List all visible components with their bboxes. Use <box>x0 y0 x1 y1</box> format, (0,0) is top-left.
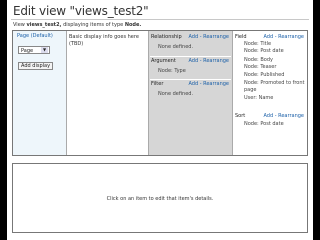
display-type-select[interactable]: Page ▼ <box>18 46 50 54</box>
filter-heading: Filter <box>151 81 164 87</box>
chevron-down-icon[interactable]: ▼ <box>41 47 48 53</box>
argument-section-header: Argument Add - Rearrange <box>151 58 229 65</box>
subtitle-prefix: View <box>13 22 25 28</box>
section-divider <box>150 79 231 80</box>
field-item-continued[interactable]: page <box>244 87 257 93</box>
details-hint: Click on an item to edit that item's det… <box>106 196 214 202</box>
sort-item[interactable]: Node: Post date <box>244 121 284 127</box>
argument-heading: Argument <box>151 58 176 64</box>
sort-add-rearrange-link[interactable]: Add - Rearrange <box>263 113 304 119</box>
field-item[interactable]: Node: Post date <box>244 48 284 54</box>
field-item[interactable]: User: Name <box>244 95 273 101</box>
edit-view-page: Edit view "views_test2" View views_test2… <box>7 0 313 240</box>
subtitle-view-name: views_test2, <box>26 22 62 28</box>
basic-info-column: Basic display info goes here (TBD) <box>67 31 149 155</box>
argument-item[interactable]: Node: Type <box>158 68 186 74</box>
relationship-empty-text: None defined. <box>158 44 194 50</box>
add-display-button[interactable]: Add display <box>18 62 54 70</box>
field-heading: Field <box>235 34 247 40</box>
view-editor: Page (Default) Page ▼ Add display Basic … <box>12 30 308 156</box>
field-column: Field Add - Rearrange Node: Title Node: … <box>233 31 307 155</box>
relationship-heading: Relationship <box>151 34 182 40</box>
filter-section-header: Filter Add - Rearrange <box>151 81 229 88</box>
display-type-value: Page <box>21 48 34 54</box>
field-section-header: Field Add - Rearrange <box>235 34 304 41</box>
section-divider <box>150 56 231 57</box>
filter-add-rearrange-link[interactable]: Add - Rearrange <box>188 81 229 87</box>
argument-add-rearrange-link[interactable]: Add - Rearrange <box>188 58 229 64</box>
relationship-column: Relationship Add - Rearrange None define… <box>149 31 233 155</box>
field-item[interactable]: Node: Title <box>244 41 271 47</box>
subtitle-type: Node. <box>124 22 142 28</box>
title-divider <box>11 19 309 20</box>
field-item[interactable]: Node: Teaser <box>244 64 276 70</box>
field-item[interactable]: Node: Promoted to front <box>244 80 305 86</box>
sort-heading: Sort <box>235 113 246 119</box>
field-item[interactable]: Node: Published <box>244 72 284 78</box>
sort-section-header: Sort Add - Rearrange <box>235 113 304 120</box>
field-item[interactable]: Node: Body <box>244 57 273 63</box>
relationship-section-header: Relationship Add - Rearrange <box>151 34 229 41</box>
relationship-add-rearrange-link[interactable]: Add - Rearrange <box>188 34 229 40</box>
filter-empty-text: None defined. <box>158 91 194 97</box>
subtitle-suffix: displaying items of type <box>63 22 124 28</box>
field-add-rearrange-link[interactable]: Add - Rearrange <box>263 34 304 40</box>
display-column: Page (Default) Page ▼ Add display <box>13 31 67 155</box>
item-details-panel: Click on an item to edit that item's det… <box>12 163 308 233</box>
view-subtitle: View views_test2, displaying items of ty… <box>13 22 141 28</box>
page-title: Edit view "views_test2" <box>13 4 149 18</box>
tab-page-default[interactable]: Page (Default) <box>17 33 53 39</box>
